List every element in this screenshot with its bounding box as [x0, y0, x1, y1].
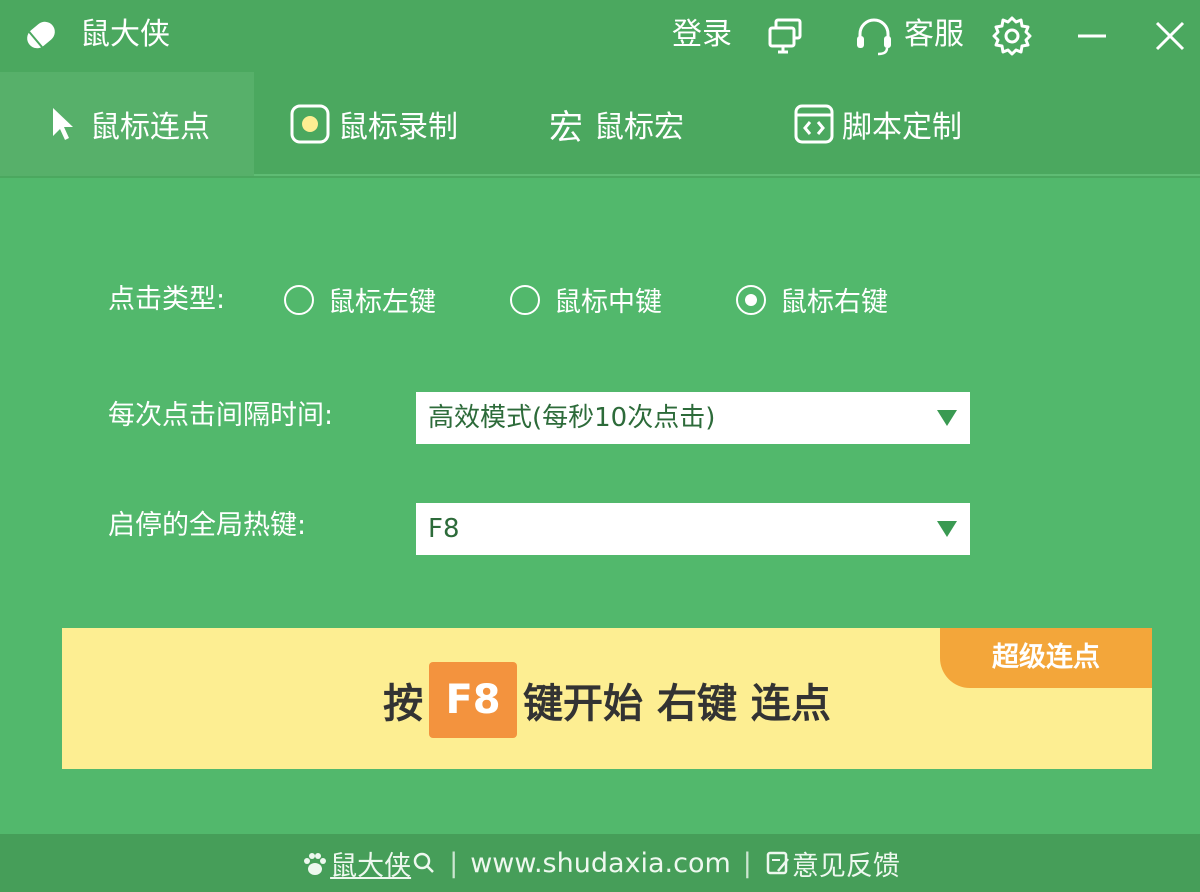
- tab-label: 鼠标宏: [594, 110, 684, 145]
- close-icon[interactable]: [1148, 14, 1192, 58]
- app-title: 鼠大侠: [80, 17, 170, 52]
- minimize-icon[interactable]: [1070, 14, 1114, 58]
- mouse-logo-icon: [27, 21, 55, 49]
- interval-label: 每次点击间隔时间:: [108, 400, 334, 431]
- dropdown-arrow-icon: [937, 521, 957, 537]
- radio-label: 鼠标右键: [780, 287, 888, 318]
- radio-left-button[interactable]: 鼠标左键: [284, 280, 436, 319]
- hotkey-value: F8: [428, 514, 460, 544]
- radio-label: 鼠标左键: [328, 287, 436, 318]
- dropdown-arrow-icon: [937, 410, 957, 426]
- search-icon: [413, 852, 434, 873]
- tab-label: 脚本定制: [842, 110, 962, 145]
- banner-prefix: 按: [383, 681, 424, 727]
- gear-icon[interactable]: [990, 14, 1034, 58]
- hotkey-select[interactable]: F8: [416, 503, 970, 555]
- website-link[interactable]: www.shudaxia.com: [470, 848, 731, 879]
- feedback-link[interactable]: 意见反馈: [764, 844, 900, 883]
- footer-separator: |: [742, 847, 752, 879]
- script-icon: [792, 102, 836, 146]
- record-icon: [288, 102, 332, 146]
- footer-separator: |: [449, 847, 459, 879]
- hotkey-label: 启停的全局热键:: [108, 510, 307, 541]
- tab-bar: 鼠标连点 鼠标录制 宏 鼠标宏 脚本定制: [0, 72, 1200, 176]
- radio-right-button[interactable]: 鼠标右键: [736, 280, 888, 319]
- click-settings-panel: 点击类型: 鼠标左键 鼠标中键 鼠标右键 每次点击间隔时间: 高效模式(每秒10…: [0, 178, 1200, 834]
- banner-suffix: 键开始 右键 连点: [523, 681, 831, 727]
- login-button[interactable]: 登录: [672, 14, 732, 56]
- cursor-icon: [40, 102, 84, 146]
- footer-brand-link[interactable]: 鼠大侠: [300, 844, 437, 883]
- radio-circle-selected: [736, 284, 766, 315]
- radio-dot: [745, 293, 757, 306]
- tab-script-custom[interactable]: 脚本定制: [792, 72, 1002, 176]
- interval-select[interactable]: 高效模式(每秒10次点击): [416, 392, 970, 444]
- interval-value: 高效模式(每秒10次点击): [428, 403, 716, 433]
- feedback-label: 意见反馈: [791, 850, 900, 882]
- paw-icon: [304, 853, 327, 875]
- footer: 鼠大侠 | www.shudaxia.com | 意见反馈: [0, 834, 1200, 892]
- radio-circle: [284, 284, 314, 315]
- banner-text: 按 F8 键开始 右键 连点: [62, 662, 1152, 738]
- start-hint-banner[interactable]: 超级连点 按 F8 键开始 右键 连点: [62, 628, 1152, 769]
- radio-circle: [510, 284, 540, 315]
- radio-middle-button[interactable]: 鼠标中键: [510, 280, 662, 319]
- feedback-icon: [766, 851, 789, 875]
- headset-icon[interactable]: [852, 14, 896, 58]
- customer-service-button[interactable]: 客服: [904, 14, 964, 56]
- banner-hotkey: F8: [429, 662, 518, 738]
- tab-mouse-click[interactable]: 鼠标连点: [0, 72, 254, 176]
- multi-window-icon[interactable]: [764, 14, 808, 58]
- click-type-label: 点击类型:: [108, 284, 226, 315]
- tab-mouse-macro[interactable]: 宏 鼠标宏: [544, 72, 724, 176]
- title-bar: 鼠大侠 登录 客服: [0, 0, 1200, 72]
- tab-label: 鼠标录制: [338, 110, 458, 145]
- tab-mouse-record[interactable]: 鼠标录制: [288, 72, 498, 176]
- tab-label: 鼠标连点: [90, 110, 210, 145]
- footer-brand: 鼠大侠: [330, 850, 412, 882]
- radio-label: 鼠标中键: [554, 287, 662, 318]
- macro-icon: 宏: [549, 107, 583, 148]
